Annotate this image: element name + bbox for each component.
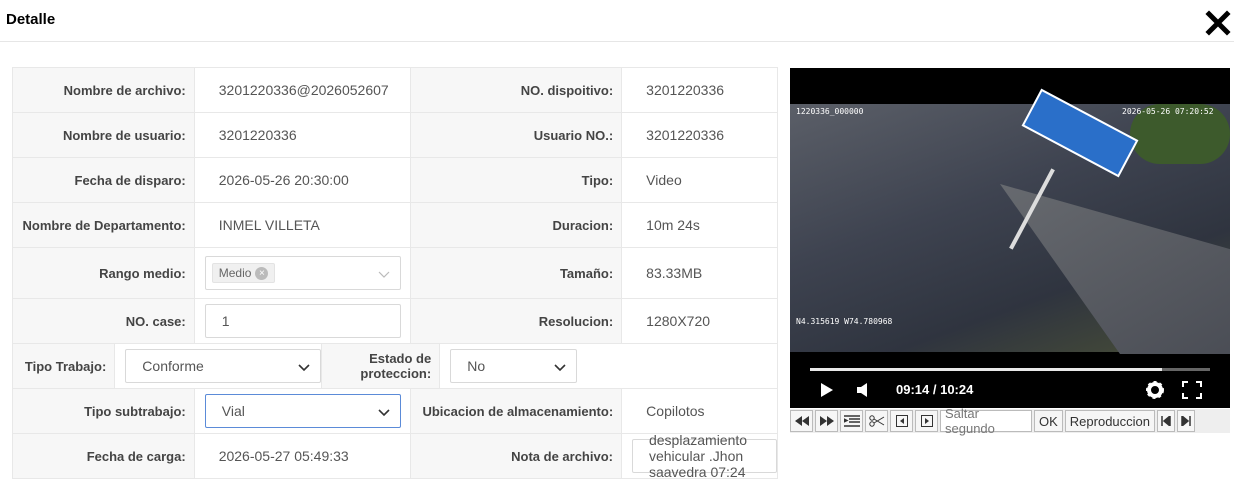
fast-forward-icon[interactable] <box>815 410 838 432</box>
label-nombre-archivo: Nombre de archivo: <box>13 68 195 112</box>
rewind-icon[interactable] <box>790 410 813 432</box>
detail-row: Rango medio: Medio × Tamaño: 83.33MB <box>13 248 778 299</box>
rango-medio-cell: Medio × <box>194 248 412 298</box>
play-icon[interactable] <box>820 382 834 398</box>
detail-row: Nombre de usuario: 3201220336 Usuario NO… <box>13 113 778 158</box>
osd-device-id: 1220336_000000 <box>796 107 864 116</box>
volume-icon[interactable] <box>856 382 870 398</box>
value-fecha-carga: 2026-05-27 05:49:33 <box>194 434 412 478</box>
detail-row: NO. case: 1 Resolucion: 1280X720 <box>13 299 778 344</box>
tipo-trabajo-cell: Conforme <box>115 344 323 388</box>
settings-gear-icon[interactable] <box>1145 380 1165 400</box>
label-tamano: Tamaño: <box>411 248 623 298</box>
detail-row: Fecha de disparo: 2026-05-26 20:30:00 Ti… <box>13 158 778 203</box>
scissors-icon[interactable] <box>865 410 888 432</box>
tipo-trabajo-select[interactable]: Conforme <box>125 349 322 383</box>
value-fecha-disparo: 2026-05-26 20:30:00 <box>194 158 412 202</box>
frame-forward-icon[interactable] <box>915 410 938 432</box>
chevron-down-icon <box>554 364 566 372</box>
list-icon[interactable] <box>840 410 863 432</box>
rango-medio-tag-label: Medio <box>218 266 252 280</box>
value-resolucion: 1280X720 <box>622 299 778 343</box>
label-rango-medio: Rango medio: <box>13 248 195 298</box>
dialog-title: Detalle <box>6 11 56 28</box>
detail-row: Nombre de archivo: 3201220336@2026052607… <box>13 68 778 113</box>
chevron-down-icon <box>378 271 390 278</box>
tipo-subtrabajo-cell: Vial <box>194 389 412 433</box>
video-progress-bar[interactable] <box>810 368 1210 371</box>
value-ubicacion: Copilotos <box>622 389 778 433</box>
detail-row: Nombre de Departamento: INMEL VILLETA Du… <box>13 203 778 248</box>
label-usuario-no: Usuario NO.: <box>411 113 623 157</box>
skip-start-icon[interactable] <box>1157 410 1176 432</box>
skip-end-icon[interactable] <box>1177 410 1196 432</box>
video-time: 09:14 / 10:24 <box>896 382 974 397</box>
video-frame: 1220336_000000 2026-05-26 07:20:52 N4.31… <box>790 88 1230 354</box>
tipo-subtrabajo-value: Vial <box>221 403 245 419</box>
detail-row: Tipo subtrabajo: Vial Ubicacion de almac… <box>13 389 778 434</box>
nota-archivo-input[interactable]: desplazamiento vehicular .Jhon saavedra … <box>631 432 777 480</box>
chevron-down-icon <box>298 364 310 372</box>
label-nombre-usuario: Nombre de usuario: <box>13 113 195 157</box>
label-fecha-disparo: Fecha de disparo: <box>13 158 195 202</box>
rango-medio-tag: Medio × <box>211 263 276 283</box>
osd-datetime: 2026-05-26 07:20:52 <box>1122 107 1214 116</box>
close-icon[interactable] <box>1205 10 1231 36</box>
estado-proteccion-value: No <box>467 358 486 374</box>
ok-button[interactable]: OK <box>1034 410 1063 432</box>
dialog-header: Detalle <box>0 0 1234 42</box>
value-nombre-archivo: 3201220336@2026052607 <box>194 68 412 112</box>
osd-gps: N4.315619 W74.780968 <box>796 317 893 326</box>
label-no-dispositivo: NO. dispoitivo: <box>411 68 623 112</box>
detail-grid: Nombre de archivo: 3201220336@2026052607… <box>12 67 778 480</box>
remove-tag-icon[interactable]: × <box>255 266 269 280</box>
fullscreen-icon[interactable] <box>1182 381 1202 399</box>
estado-proteccion-select[interactable]: No <box>450 349 578 383</box>
tipo-subtrabajo-select[interactable]: Vial <box>204 394 401 428</box>
estado-proteccion-cell: No <box>440 344 778 388</box>
seek-seconds-input[interactable]: Saltar segundo <box>940 406 1032 436</box>
playback-button[interactable]: Reproduccion <box>1064 410 1156 432</box>
label-tipo-trabajo: Tipo Trabajo: <box>13 344 116 388</box>
label-fecha-carga: Fecha de carga: <box>13 434 195 478</box>
label-tipo: Tipo: <box>411 158 623 202</box>
label-no-case: NO. case: <box>13 299 195 343</box>
label-estado-proteccion: Estado de proteccion: <box>322 344 441 388</box>
no-case-input[interactable]: 1 <box>204 304 401 338</box>
road-sign <box>1021 88 1139 178</box>
tipo-trabajo-value: Conforme <box>142 358 204 374</box>
label-nota-archivo: Nota de archivo: <box>411 434 622 478</box>
chevron-down-icon <box>378 409 390 417</box>
value-tamano: 83.33MB <box>622 248 778 298</box>
detail-row: Tipo Trabajo: Conforme Estado de protecc… <box>13 344 778 389</box>
detail-row: Fecha de carga: 2026-05-27 05:49:33 Nota… <box>13 432 778 480</box>
value-departamento: INMEL VILLETA <box>194 203 412 247</box>
nota-archivo-cell: desplazamiento vehicular .Jhon saavedra … <box>621 432 778 480</box>
value-nombre-usuario: 3201220336 <box>194 113 412 157</box>
value-tipo: Video <box>622 158 778 202</box>
rango-medio-select[interactable]: Medio × <box>204 256 401 290</box>
road-shape <box>1000 184 1230 354</box>
label-ubicacion: Ubicacion de almacenamiento: <box>411 389 623 433</box>
value-duracion: 10m 24s <box>622 203 778 247</box>
video-controls: 09:14 / 10:24 <box>790 374 1230 408</box>
value-usuario-no: 3201220336 <box>622 113 778 157</box>
label-resolucion: Resolucion: <box>411 299 623 343</box>
label-duracion: Duracion: <box>411 203 623 247</box>
value-no-dispositivo: 3201220336 <box>622 68 778 112</box>
no-case-cell: 1 <box>194 299 412 343</box>
frame-back-icon[interactable] <box>890 410 913 432</box>
label-tipo-subtrabajo: Tipo subtrabajo: <box>13 389 195 433</box>
label-departamento: Nombre de Departamento: <box>13 203 195 247</box>
video-progress-fill <box>810 368 1162 371</box>
video-player[interactable]: 1220336_000000 2026-05-26 07:20:52 N4.31… <box>790 68 1230 408</box>
playback-toolbar: Saltar segundo OK Reproduccion <box>790 406 1230 436</box>
